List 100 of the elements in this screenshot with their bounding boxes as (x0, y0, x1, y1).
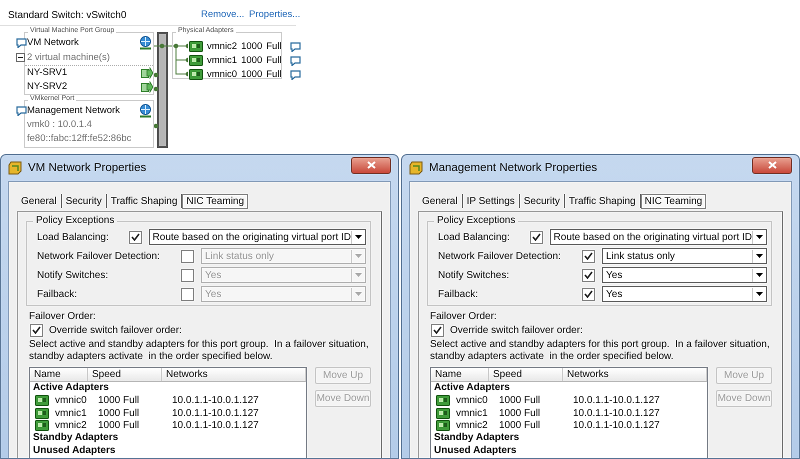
table-cell-text: 1000 Full (98, 395, 140, 406)
port-detail: vmk0 : 10.0.1.4 (27, 118, 92, 131)
group-label: Unused Adapters (433, 444, 518, 457)
description-text: Select active and standby adapters for this port group. In a failover situation, standby adapters activate in the order specified below. (430, 339, 771, 363)
close-button[interactable] (351, 156, 391, 174)
group-label: Standby Adapters (32, 432, 120, 444)
vm-name[interactable]: NY-SRV2 (27, 80, 68, 93)
policy-label: Load Balancing: (438, 232, 511, 242)
checkbox[interactable] (582, 288, 595, 300)
vm-icon (141, 67, 153, 79)
network-card-icon (35, 420, 49, 432)
checkbox[interactable] (582, 268, 595, 282)
table-cell-text: 10.0.1.1-10.0.1.127 (573, 420, 661, 432)
column-header[interactable]: Networks (563, 368, 707, 381)
column-header[interactable]: Speed (88, 368, 162, 381)
collapse-icon[interactable] (16, 53, 25, 62)
policy-label: Network Failover Detection: (438, 250, 562, 262)
action-link[interactable]: Remove... (201, 9, 244, 20)
policy-dropdown[interactable]: Yes (602, 267, 767, 283)
close-button[interactable] (752, 156, 792, 174)
network-card-icon (436, 408, 450, 419)
checkbox[interactable] (181, 250, 194, 262)
app-icon (8, 161, 22, 175)
comment-icon[interactable] (290, 70, 301, 80)
checkbox-label: Override switch failover order: (49, 324, 182, 336)
caret-icon (756, 292, 763, 296)
port-group-name[interactable]: Management Network (27, 104, 120, 117)
caret-icon (756, 273, 763, 277)
action-link[interactable]: Properties... (249, 9, 300, 20)
comment-icon[interactable] (290, 56, 301, 66)
policy-label: Notify Switches: (438, 270, 510, 280)
checkbox[interactable] (128, 230, 142, 244)
adapter-duplex: Full (266, 68, 282, 81)
tab[interactable]: NIC Teaming (182, 194, 248, 208)
checkbox[interactable] (181, 288, 194, 300)
checkbox[interactable] (181, 268, 194, 282)
tab[interactable]: Traffic Shaping (106, 194, 182, 208)
switch-title: Standard Switch: vSwitch0 (8, 10, 126, 21)
policy-dropdown[interactable]: Yes (602, 286, 767, 302)
adapter-name[interactable]: vmnic1 (456, 408, 488, 419)
column-header[interactable]: Networks (162, 368, 306, 381)
table-cell-text: 1000 Full (499, 395, 542, 406)
vm-name[interactable]: NY-SRV1 (27, 66, 68, 79)
close-icon (366, 161, 376, 169)
column-header[interactable]: Name (431, 368, 489, 381)
network-card-icon (35, 408, 49, 419)
adapter-duplex: Full (266, 40, 282, 53)
port-group-name[interactable]: VM Network (27, 36, 79, 49)
adapter-name[interactable]: vmnic2 (456, 420, 488, 432)
tab[interactable]: NIC Teaming (640, 194, 706, 208)
column-header[interactable]: Name (30, 368, 88, 381)
vm-count: 2 virtual machine(s) (27, 51, 110, 64)
tab[interactable]: General (17, 194, 61, 208)
window-title: Management Network Properties (429, 162, 598, 174)
group-label: Unused Adapters (32, 444, 116, 457)
group-label: Standby Adapters (433, 432, 520, 444)
tab[interactable]: General (418, 194, 462, 208)
adapter-name[interactable]: vmnic2 (55, 420, 87, 432)
policy-dropdown[interactable]: Route based on the originating virtual port ID (148, 229, 366, 245)
caret-icon (355, 292, 362, 296)
policy-label: Load Balancing: (37, 232, 110, 242)
group-caption: Policy Exceptions (33, 215, 118, 226)
checkbox[interactable] (431, 324, 444, 337)
comment-icon[interactable] (16, 106, 27, 116)
table-cell-text: 1000 Full (98, 408, 140, 419)
checkbox-label: Override switch failover order: (450, 324, 583, 336)
adapter-duplex: Full (266, 54, 282, 67)
network-card-icon (189, 41, 203, 52)
comment-icon[interactable] (290, 42, 301, 52)
comment-icon[interactable] (16, 38, 27, 48)
group-label: Active Adapters (433, 382, 511, 394)
policy-dropdown[interactable]: Link status only (602, 248, 767, 264)
caret-icon (756, 235, 763, 239)
adapter-name[interactable]: vmnic0 (55, 395, 87, 406)
tab[interactable]: Security (520, 194, 564, 208)
network-card-icon (436, 420, 450, 432)
network-card-icon (35, 395, 49, 406)
column-header[interactable]: Speed (489, 368, 563, 381)
globe-icon (139, 104, 152, 118)
adapter-name[interactable]: vmnic0 (207, 68, 238, 81)
adapter-name[interactable]: vmnic0 (456, 395, 488, 406)
checkbox[interactable] (530, 230, 543, 244)
policy-dropdown[interactable]: Route based on the originating virtual port ID (550, 229, 767, 245)
table-cell-text: 10.0.1.1-10.0.1.127 (573, 408, 661, 419)
table-cell-text: 10.0.1.1-10.0.1.127 (172, 420, 260, 432)
tab[interactable]: Security (62, 194, 106, 208)
adapter-name[interactable]: vmnic2 (207, 40, 238, 53)
policy-label: Failback: (438, 288, 480, 300)
group-caption: Policy Exceptions (434, 215, 518, 226)
adapter-name[interactable]: vmnic1 (55, 408, 87, 419)
adapter-name[interactable]: vmnic1 (207, 54, 238, 67)
table-cell-text: 10.0.1.1-10.0.1.127 (172, 408, 260, 419)
checkbox[interactable] (582, 250, 595, 262)
section-label: Failover Order: (29, 311, 97, 323)
checkbox[interactable] (30, 324, 43, 337)
table-cell-text: 1000 Full (499, 408, 542, 419)
tab[interactable]: Traffic Shaping (564, 194, 640, 208)
table-cell-text: 1000 Full (499, 420, 542, 432)
close-icon (768, 161, 776, 169)
tab[interactable]: IP Settings (462, 194, 519, 208)
